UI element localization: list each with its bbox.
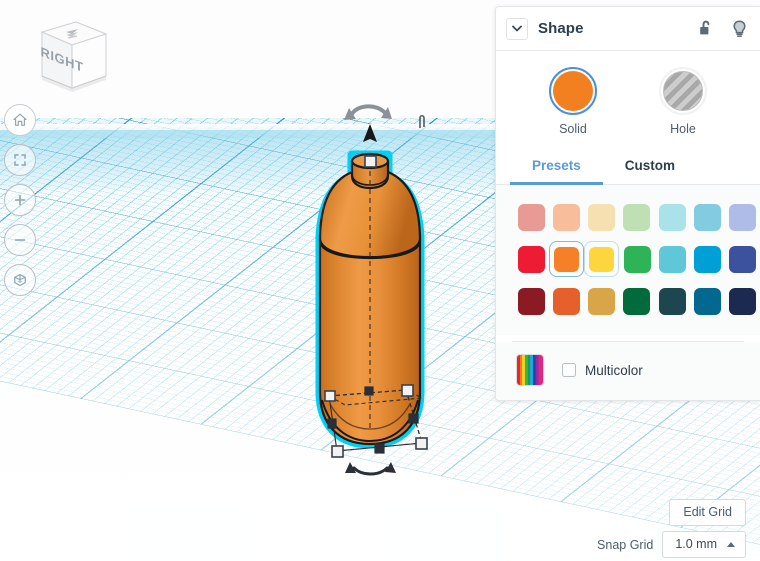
lightbulb-icon[interactable]: [731, 19, 748, 39]
chevron-down-icon: [512, 25, 522, 32]
color-swatch-r2-c6[interactable]: [725, 283, 760, 319]
color-swatch-r2-c5[interactable]: [690, 283, 725, 319]
color-swatch-fill: [693, 203, 721, 231]
plus-icon: [14, 194, 26, 206]
fit-frame-icon: [14, 154, 26, 166]
solid-hole-selector[interactable]: Solid Hole: [496, 51, 760, 144]
color-swatch-fill: [658, 203, 686, 231]
color-swatch-r1-c2[interactable]: [584, 241, 620, 277]
palette-row: [514, 283, 760, 319]
hole-mode-option[interactable]: Hole: [659, 67, 707, 136]
color-swatch-fill: [623, 287, 651, 315]
perspective-toggle-button[interactable]: [4, 264, 36, 296]
lock-open-icon[interactable]: [698, 19, 715, 38]
color-swatch-fill: [623, 203, 651, 231]
color-swatch-fill: [518, 245, 546, 273]
fit-to-view-button[interactable]: [4, 144, 36, 176]
color-swatch-r1-c1[interactable]: [549, 241, 585, 277]
color-swatch-fill: [518, 203, 546, 231]
color-swatch-fill: [728, 287, 756, 315]
multicolor-checkbox[interactable]: [562, 363, 576, 377]
color-swatch-r2-c2[interactable]: [584, 283, 619, 319]
color-palette[interactable]: [496, 185, 760, 335]
home-icon: [13, 113, 27, 126]
color-swatch-fill: [728, 203, 756, 231]
snap-grid-control[interactable]: Snap Grid 1.0 mm: [597, 531, 746, 558]
snap-grid-label: Snap Grid: [597, 537, 654, 552]
solid-label: Solid: [559, 122, 587, 136]
solid-color-fill: [553, 71, 593, 111]
minus-icon: [14, 239, 26, 241]
zoom-out-button[interactable]: [4, 224, 36, 256]
collapse-panel-button[interactable]: [506, 17, 528, 40]
color-swatch-r1-c6[interactable]: [725, 241, 760, 277]
color-swatch-r0-c4[interactable]: [655, 199, 690, 235]
hole-label: Hole: [670, 122, 696, 136]
tab-presets[interactable]: Presets: [510, 150, 603, 185]
color-swatch-r0-c2[interactable]: [584, 199, 619, 235]
color-swatch-fill: [588, 203, 616, 231]
view-cube[interactable]: RIGHT: [22, 8, 114, 100]
color-swatch-fill: [728, 245, 756, 273]
hole-hatch-fill: [663, 71, 703, 111]
color-swatch-fill: [554, 246, 580, 272]
color-swatch-r2-c1[interactable]: [549, 283, 584, 319]
color-swatch-r1-c5[interactable]: [690, 241, 725, 277]
color-source-tabs[interactable]: Presets Custom: [496, 144, 760, 185]
tab-custom[interactable]: Custom: [603, 150, 697, 185]
hole-swatch[interactable]: [659, 67, 707, 115]
color-swatch-fill: [553, 287, 581, 315]
home-view-button[interactable]: [4, 104, 36, 136]
color-swatch-r0-c6[interactable]: [725, 199, 760, 235]
snap-grid-dropdown[interactable]: 1.0 mm: [662, 531, 746, 558]
snap-grid-value: 1.0 mm: [675, 537, 717, 551]
color-swatch-fill: [693, 245, 721, 273]
color-swatch-fill: [658, 287, 686, 315]
caret-up-icon: [727, 541, 735, 547]
color-swatch-fill: [623, 245, 651, 273]
view-toolbar[interactable]: [4, 104, 36, 296]
color-swatch-fill: [693, 287, 721, 315]
multicolor-label: Multicolor: [585, 362, 643, 378]
color-swatch-fill: [658, 245, 686, 273]
panel-title: Shape: [538, 20, 584, 37]
zoom-in-button[interactable]: [4, 184, 36, 216]
color-swatch-r2-c3[interactable]: [619, 283, 654, 319]
color-swatch-r2-c0[interactable]: [514, 283, 549, 319]
solid-swatch[interactable]: [549, 67, 597, 115]
shape-inspector-panel[interactable]: Shape Solid Hole Presets Custom Multicol…: [495, 6, 760, 401]
color-swatch-fill: [588, 287, 616, 315]
multicolor-row[interactable]: Multicolor: [496, 342, 760, 400]
color-swatch-r0-c0[interactable]: [514, 199, 549, 235]
palette-row: [514, 241, 760, 277]
palette-row: [514, 199, 760, 235]
cube-perspective-icon: [14, 273, 26, 287]
color-swatch-fill: [518, 287, 546, 315]
color-swatch-r1-c3[interactable]: [619, 241, 654, 277]
edit-grid-button[interactable]: Edit Grid: [669, 499, 746, 526]
color-swatch-fill: [589, 246, 615, 272]
color-swatch-r1-c4[interactable]: [655, 241, 690, 277]
color-swatch-r1-c0[interactable]: [514, 241, 549, 277]
solid-mode-option[interactable]: Solid: [549, 67, 597, 136]
color-swatch-r0-c1[interactable]: [549, 199, 584, 235]
color-swatch-r2-c4[interactable]: [655, 283, 690, 319]
shape-panel-header: Shape: [496, 7, 760, 51]
color-swatch-r0-c5[interactable]: [690, 199, 725, 235]
color-swatch-fill: [553, 203, 581, 231]
color-swatch-r0-c3[interactable]: [619, 199, 654, 235]
rainbow-swatch[interactable]: [516, 354, 544, 386]
